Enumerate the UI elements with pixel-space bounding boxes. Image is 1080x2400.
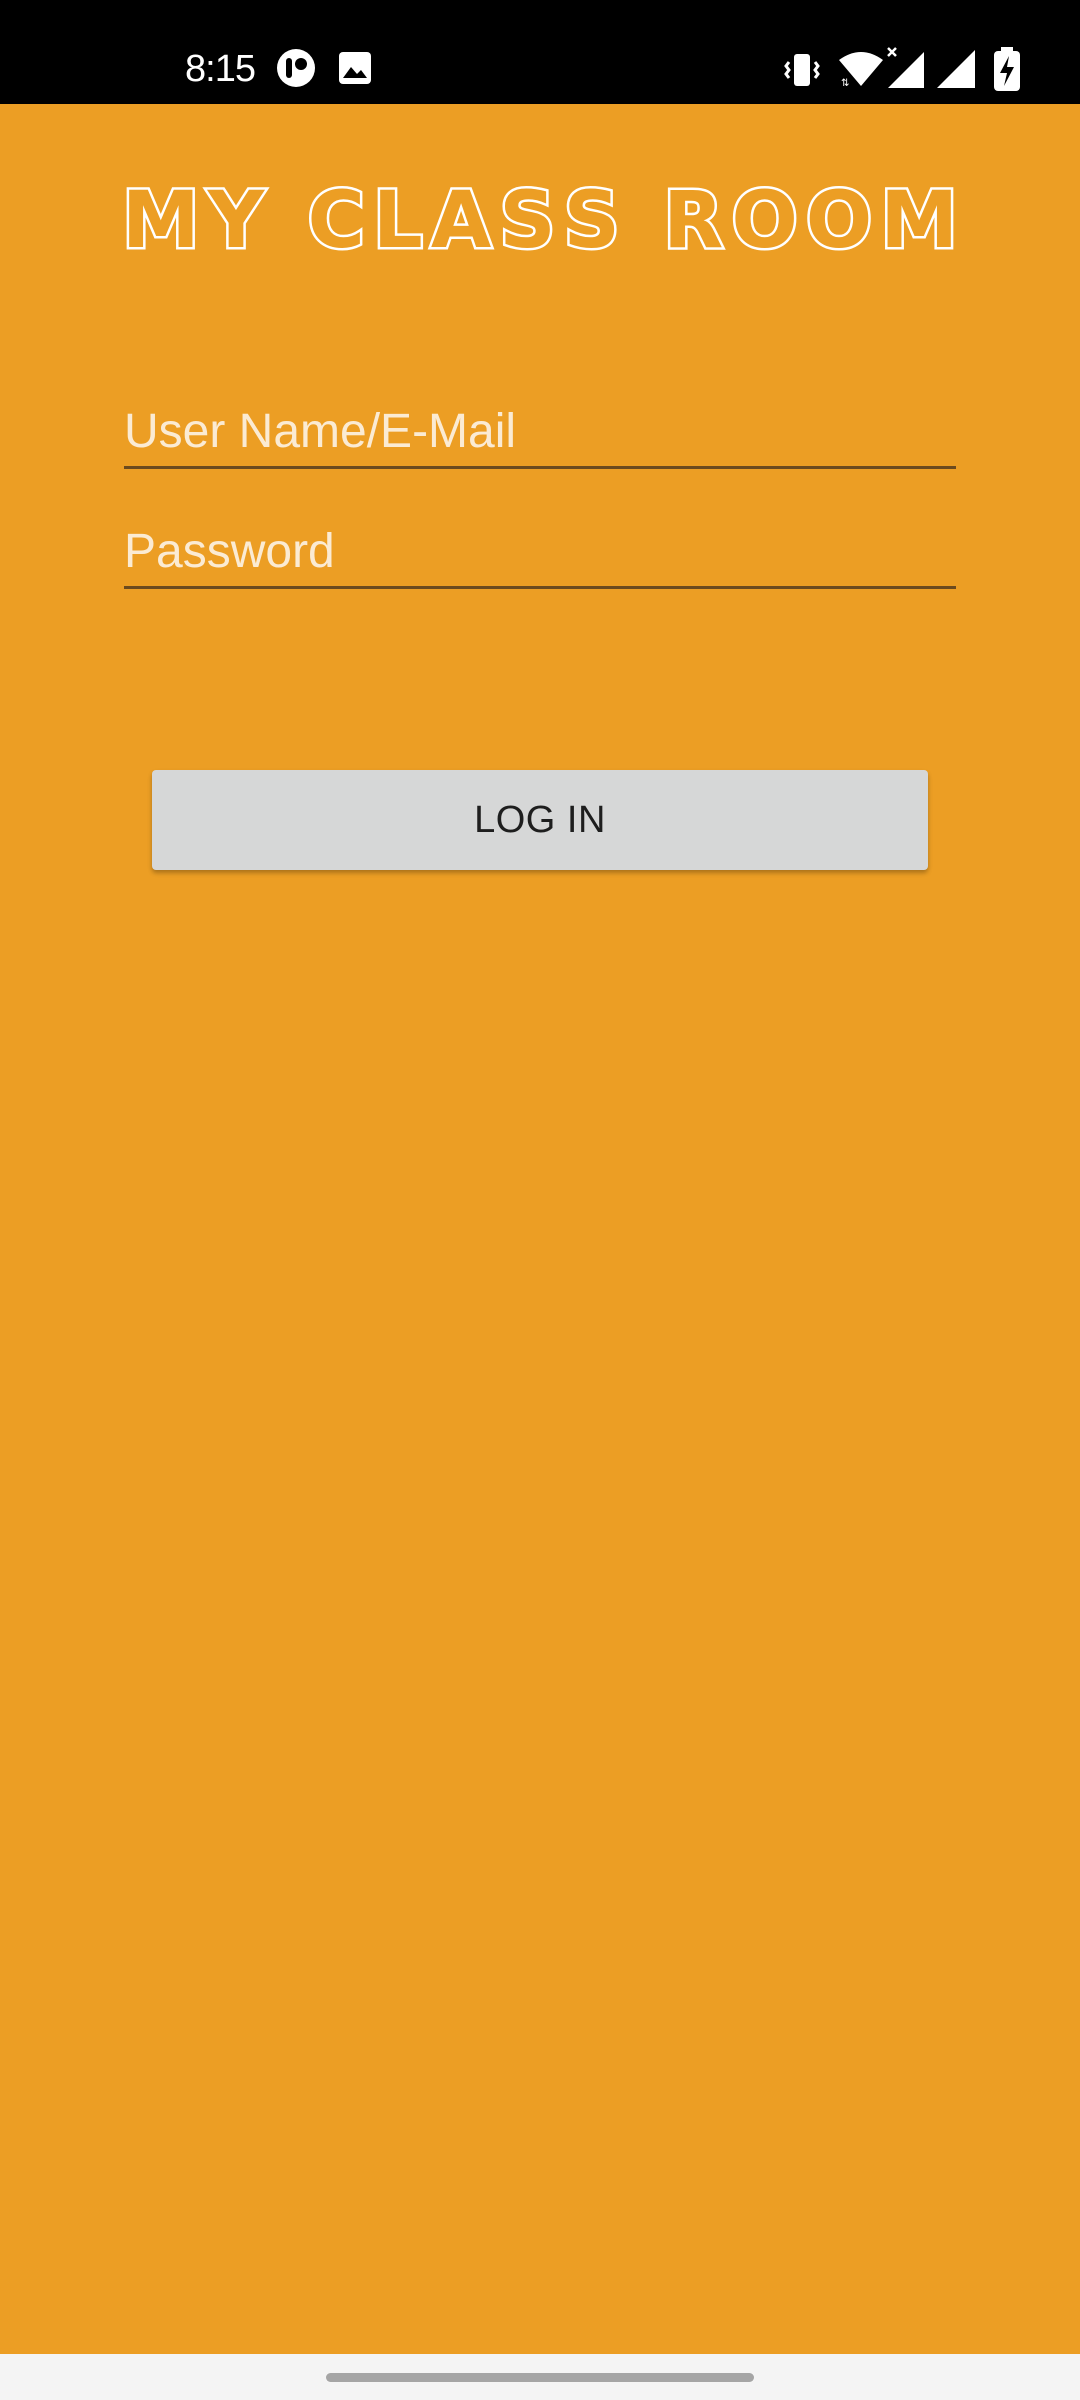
username-input[interactable] bbox=[124, 396, 956, 466]
gesture-handle[interactable] bbox=[326, 2373, 754, 2382]
username-field-container bbox=[124, 396, 956, 469]
cell-signal-icon bbox=[937, 50, 975, 88]
status-bar: 8:15 ⇅ bbox=[0, 0, 1080, 104]
navigation-bar bbox=[0, 2354, 1080, 2400]
password-field-container bbox=[124, 516, 956, 589]
status-time: 8:15 bbox=[185, 48, 256, 90]
battery-charging-icon bbox=[994, 47, 1020, 91]
app-title: MY CLASS ROOM bbox=[120, 174, 961, 269]
cell-signal-x-icon bbox=[887, 47, 924, 88]
image-icon bbox=[339, 52, 371, 84]
svg-text:⇅: ⇅ bbox=[841, 78, 849, 88]
password-input[interactable] bbox=[124, 516, 956, 586]
notification-app-icon bbox=[277, 49, 315, 87]
login-button[interactable]: LOG IN bbox=[152, 770, 928, 870]
wifi-icon: ⇅ bbox=[839, 52, 883, 88]
vibrate-icon bbox=[784, 54, 820, 86]
